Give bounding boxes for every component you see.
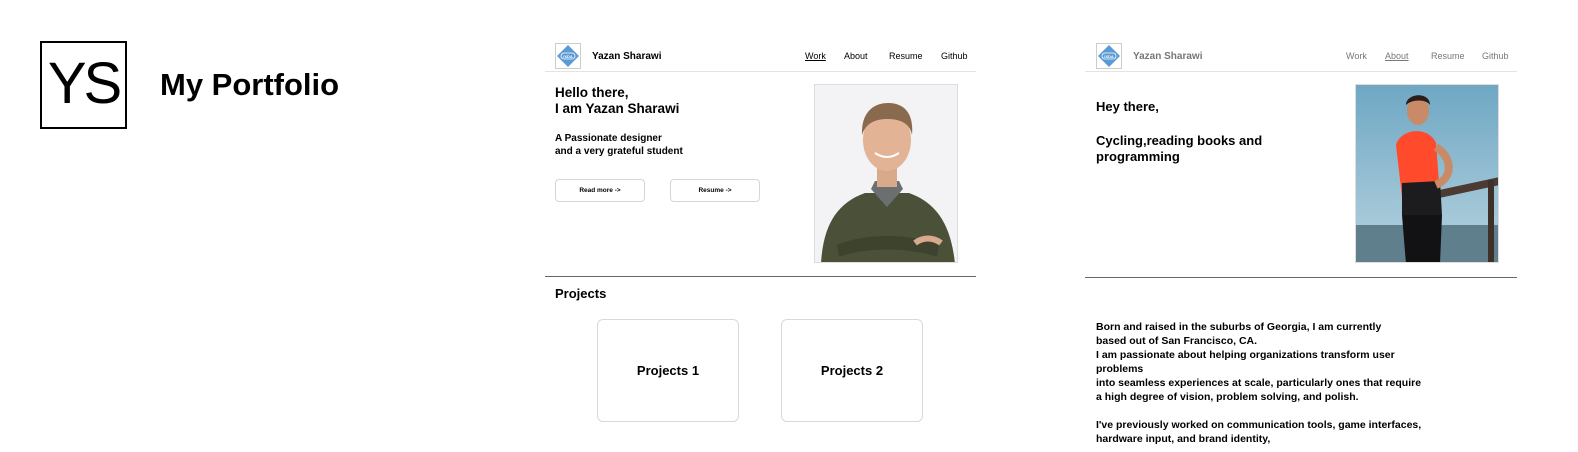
sub-line-2: and a very grateful student [555,146,683,157]
read-more-button[interactable]: Read more -> [555,179,645,202]
hero-line-1: Hello there, [555,85,629,100]
badge-text: IXDA [1104,54,1114,59]
projects-title: Projects [555,286,607,301]
section-divider [1085,277,1517,278]
hero-line-2: I am Yazan Sharawi [555,101,680,116]
ixda-badge-icon[interactable]: IXDA [1096,43,1122,69]
brand-name[interactable]: Yazan Sharawi [1133,51,1202,62]
ixda-badge-icon[interactable]: IXDA [555,43,581,69]
brand-name[interactable]: Yazan Sharawi [592,51,661,62]
nav-resume[interactable]: Resume [889,51,923,61]
hero-subtitle: A Passionate designer and a very gratefu… [555,132,683,158]
project-card[interactable]: Projects 2 [781,319,923,422]
home-frame: IXDA Yazan Sharawi Work About Resume Git… [545,38,976,452]
badge-text: IXDA [563,54,573,59]
header-divider [545,71,976,72]
nav-about[interactable]: About [844,51,868,61]
cover-title: My Portfolio [160,67,340,102]
about-greeting: Hey there, [1096,99,1159,114]
header-divider [1085,71,1517,72]
nav-github[interactable]: Github [1482,51,1509,61]
bio-text: Born and raised in the suburbs of Georgi… [1096,320,1456,446]
nav-work[interactable]: Work [805,51,826,61]
profile-photo [814,84,958,263]
interests-line-2: programming [1096,149,1180,164]
nav-resume[interactable]: Resume [1431,51,1465,61]
hero-heading: Hello there, I am Yazan Sharawi [555,85,679,117]
section-divider [545,276,976,277]
bio-paragraph-2: I've previously worked on communication … [1096,419,1422,445]
portrait-image [815,85,957,262]
cyclist-image [1356,85,1498,262]
resume-button[interactable]: Resume -> [670,179,760,202]
project-card[interactable]: Projects 1 [597,319,739,422]
interests-line-1: Cycling,reading books and [1096,133,1263,148]
about-frame: IXDA Yazan Sharawi Work About Resume Git… [1085,38,1517,452]
about-interests: Cycling,reading books and programming [1096,133,1262,165]
sub-line-1: A Passionate designer [555,133,662,144]
ys-logo: YS [40,41,127,129]
nav-github[interactable]: Github [941,51,968,61]
about-photo [1355,84,1499,263]
logo-text: YS [47,51,122,116]
nav-work[interactable]: Work [1346,51,1367,61]
nav-about[interactable]: About [1385,51,1409,61]
bio-paragraph-1: Born and raised in the suburbs of Georgi… [1096,321,1422,403]
